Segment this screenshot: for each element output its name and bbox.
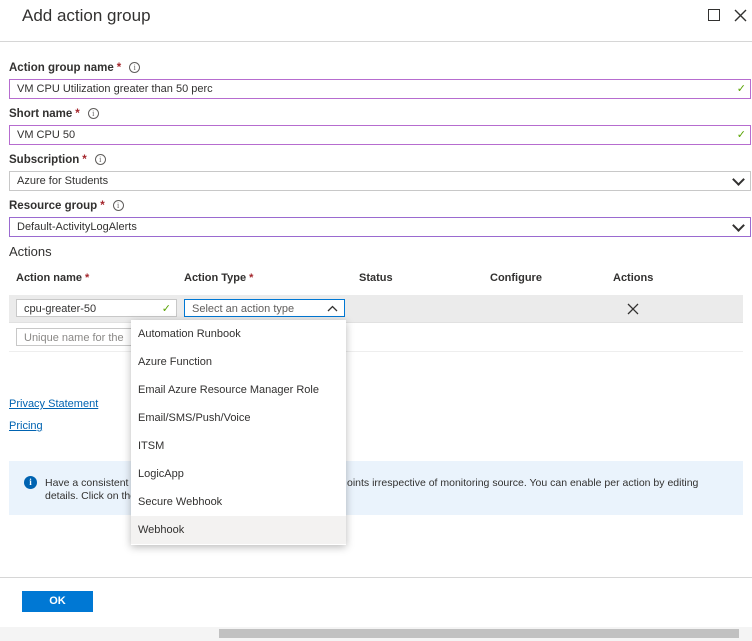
column-header-actions: Actions [613, 272, 654, 284]
checkmark-icon: ✓ [161, 303, 171, 315]
resource-group-label: Resource group * i [9, 200, 124, 212]
subscription-value: Azure for Students [17, 175, 109, 187]
checkmark-icon: ✓ [736, 129, 746, 141]
option-email-arm-role[interactable]: Email Azure Resource Manager Role [131, 376, 346, 404]
subscription-select[interactable]: Azure for Students [9, 171, 751, 191]
info-icon[interactable]: i [112, 200, 124, 211]
checkmark-icon: ✓ [736, 83, 746, 95]
banner-text-line1-left: Have a consistent t [45, 477, 135, 489]
action-type-placeholder: Select an action type [192, 303, 295, 315]
pricing-link[interactable]: Pricing [9, 420, 43, 432]
option-itsm[interactable]: ITSM [131, 432, 346, 460]
short-name-input[interactable]: VM CPU 50 ✓ [9, 125, 751, 145]
maximize-icon [708, 9, 720, 21]
action-name-value: cpu-greater-50 [24, 303, 97, 315]
chevron-down-icon [732, 173, 745, 186]
info-icon[interactable]: i [87, 108, 99, 119]
blade-title: Add action group [22, 6, 151, 25]
table-bottom-divider [9, 351, 743, 352]
option-azure-function[interactable]: Azure Function [131, 348, 346, 376]
resource-group-value: Default-ActivityLogAlerts [17, 221, 137, 233]
resource-group-select[interactable]: Default-ActivityLogAlerts [9, 217, 751, 237]
info-icon[interactable]: i [129, 62, 141, 73]
action-name-input[interactable]: cpu-greater-50 ✓ [16, 299, 177, 317]
scrollbar-thumb[interactable] [219, 629, 739, 638]
column-header-action-name: Action name * [16, 272, 90, 284]
option-logicapp[interactable]: LogicApp [131, 460, 346, 488]
short-name-label: Short name * i [9, 108, 99, 120]
ok-button[interactable]: OK [22, 591, 93, 612]
close-icon [627, 303, 639, 315]
action-group-name-input[interactable]: VM CPU Utilization greater than 50 perc … [9, 79, 751, 99]
action-type-select[interactable]: Select an action type [184, 299, 345, 317]
info-icon: i [24, 476, 37, 489]
column-header-action-type: Action Type * [184, 272, 254, 284]
banner-text-line1-right: oints irrespective of monitoring source.… [347, 477, 699, 489]
footer-divider [0, 577, 752, 578]
action-group-name-label: Action group name * i [9, 62, 141, 74]
maximize-button[interactable] [705, 6, 723, 24]
column-header-status: Status [359, 272, 393, 284]
actions-section-title: Actions [9, 244, 52, 259]
action-type-dropdown: Automation Runbook Azure Function Email … [131, 320, 346, 545]
banner-text-line2: details. Click on the [45, 490, 137, 502]
action-group-name-value: VM CPU Utilization greater than 50 perc [17, 83, 213, 95]
option-secure-webhook[interactable]: Secure Webhook [131, 488, 346, 516]
chevron-down-icon [732, 219, 745, 232]
new-action-name-placeholder: Unique name for the [24, 332, 124, 344]
header-divider [0, 41, 752, 42]
option-webhook[interactable]: Webhook [131, 516, 346, 544]
chevron-up-icon [327, 305, 338, 312]
close-icon [734, 9, 746, 21]
close-button[interactable] [731, 6, 749, 24]
option-automation-runbook[interactable]: Automation Runbook [131, 320, 346, 348]
info-icon[interactable]: i [94, 154, 106, 165]
subscription-label: Subscription * i [9, 154, 106, 166]
row-divider [9, 322, 743, 323]
column-header-configure: Configure [490, 272, 542, 284]
option-email-sms-push-voice[interactable]: Email/SMS/Push/Voice [131, 404, 346, 432]
delete-row-button[interactable] [627, 302, 639, 320]
privacy-statement-link[interactable]: Privacy Statement [9, 398, 98, 410]
short-name-value: VM CPU 50 [17, 129, 76, 141]
